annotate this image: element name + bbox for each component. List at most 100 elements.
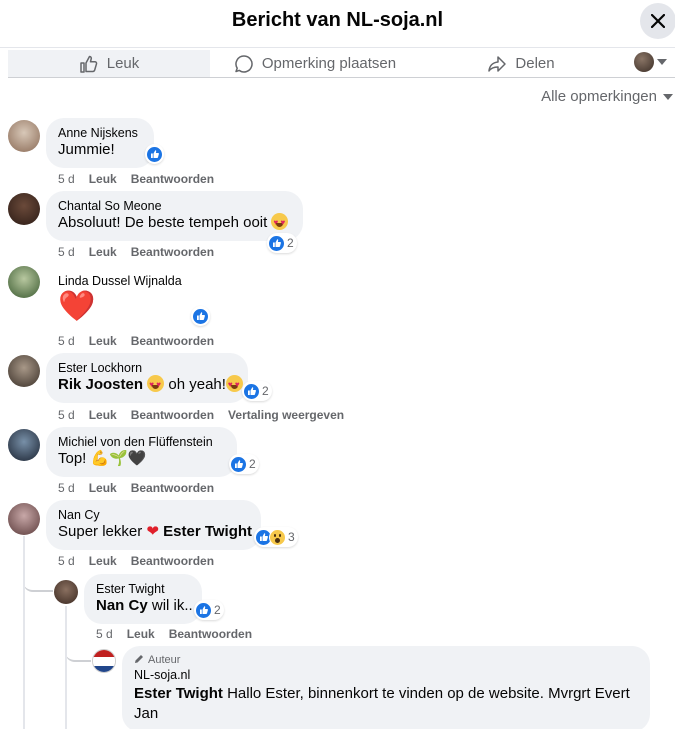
like-label: Leuk — [106, 55, 140, 72]
comment-button[interactable]: Opmerking plaatsen — [230, 50, 400, 77]
reply-mention[interactable]: Ester Twight — [134, 685, 223, 702]
comment-reply-link[interactable]: Beantwoorden — [131, 245, 214, 259]
comment-reply-link[interactable]: Beantwoorden — [131, 408, 214, 422]
reaction-summary[interactable]: 2 — [194, 600, 224, 620]
comment-like-link[interactable]: Leuk — [89, 554, 117, 568]
avatar[interactable] — [8, 120, 40, 152]
comment-meta: 5 d Leuk Beantwoorden — [58, 554, 214, 568]
comment-time[interactable]: 5 d — [58, 172, 75, 186]
comment-text: Absoluut! De beste tempeh ooit — [58, 213, 291, 233]
like-reaction-icon — [268, 234, 285, 252]
comment-text: Jummie! — [58, 141, 115, 158]
reply-mention[interactable]: Nan Cy — [96, 597, 148, 614]
like-reaction-icon — [195, 601, 212, 619]
comment-author[interactable]: Linda Dussel Wijnalda — [58, 274, 182, 288]
caret-down-icon — [663, 93, 673, 100]
avatar[interactable] — [8, 503, 40, 535]
reply-meta: 5 d Leuk Beantwoorden — [96, 627, 252, 641]
comment-like-link[interactable]: Leuk — [89, 334, 117, 348]
comment-author[interactable]: Nan Cy — [58, 508, 249, 522]
comment-like-link[interactable]: Leuk — [89, 408, 117, 422]
share-button[interactable]: Delen — [486, 50, 556, 77]
comment-reply-link[interactable]: Beantwoorden — [131, 554, 214, 568]
avatar[interactable] — [92, 649, 116, 673]
reply-text-body: wil ik.. — [147, 597, 193, 614]
dialog-title: Bericht van NL-soja.nl — [231, 9, 444, 31]
reaction-count: 2 — [214, 603, 221, 617]
comment-text: Super lekker ❤ Ester Twight — [58, 522, 252, 542]
comment-mention[interactable]: Rik Joosten — [58, 376, 143, 393]
comment-like-link[interactable]: Leuk — [89, 245, 117, 259]
avatar[interactable] — [8, 193, 40, 225]
comment-author[interactable]: Chantal So Meone — [58, 199, 291, 213]
reaction-count: 2 — [249, 457, 256, 471]
reply-time[interactable]: 5 d — [96, 627, 113, 641]
reaction-summary[interactable] — [191, 306, 210, 326]
comment-meta: 5 d Leuk Beantwoorden — [58, 172, 214, 186]
comment-like-link[interactable]: Leuk — [89, 172, 117, 186]
reply-text: Nan Cy wil ik.. — [96, 596, 193, 616]
reply-author[interactable]: Ester Twight — [96, 582, 190, 596]
reply-author[interactable]: NL-soja.nl — [134, 668, 638, 682]
reply-like-link[interactable]: Leuk — [127, 627, 155, 641]
reaction-summary[interactable]: 3 — [254, 527, 298, 547]
comment-time[interactable]: 5 d — [58, 334, 75, 348]
reply-text-body: Hallo Ester, binnenkort te vinden op de … — [222, 685, 630, 702]
reaction-summary[interactable]: 2 — [267, 233, 297, 253]
profile-selector[interactable] — [634, 52, 667, 72]
thread-line — [23, 536, 25, 729]
comment-bubble: Ester Lockhorn Rik Joosten oh yeah! — [46, 353, 248, 403]
caret-down-icon — [657, 59, 667, 65]
comment-filter[interactable]: Alle opmerkingen — [541, 88, 673, 105]
filter-label: Alle opmerkingen — [541, 88, 657, 105]
reply-bubble: Auteur NL-soja.nl Ester Twight Hallo Est… — [122, 646, 650, 729]
comment-reply-link[interactable]: Beantwoorden — [131, 172, 214, 186]
comment-bubble: Nan Cy Super lekker ❤ Ester Twight — [46, 500, 261, 550]
reaction-count: 3 — [288, 530, 295, 544]
avatar — [634, 52, 654, 72]
comment-meta: 5 d Leuk Beantwoorden — [58, 245, 214, 259]
comment-bubble: Chantal So Meone Absoluut! De beste temp… — [46, 191, 303, 241]
translate-link[interactable]: Vertaling weergeven — [228, 408, 344, 422]
thread-line — [65, 606, 67, 729]
comment-time[interactable]: 5 d — [58, 408, 75, 422]
reaction-summary[interactable]: 2 — [242, 381, 272, 401]
reply-reply-link[interactable]: Beantwoorden — [169, 627, 252, 641]
comment-like-link[interactable]: Leuk — [89, 481, 117, 495]
comment-reply-link[interactable]: Beantwoorden — [131, 481, 214, 495]
author-badge: Auteur — [134, 654, 638, 666]
comment-time[interactable]: 5 d — [58, 481, 75, 495]
comment-meta: 5 d Leuk Beantwoorden Vertaling weergeve… — [58, 408, 344, 422]
comment-meta: 5 d Leuk Beantwoorden — [58, 334, 214, 348]
reaction-summary[interactable] — [145, 144, 164, 164]
reaction-count: 2 — [287, 236, 294, 250]
avatar[interactable] — [8, 429, 40, 461]
close-button[interactable] — [640, 3, 675, 39]
reply-bubble: Ester Twight Nan Cy wil ik.. — [84, 574, 202, 624]
comment-author[interactable]: Ester Lockhorn — [58, 361, 236, 375]
comment-author[interactable]: Anne Nijskens — [58, 126, 142, 140]
comment-bubble: Michiel von den Flüffenstein Top! 💪🌱🖤 — [46, 427, 237, 477]
thread-connector — [65, 640, 91, 662]
comment-mention[interactable]: Ester Twight — [163, 523, 252, 540]
comment-time[interactable]: 5 d — [58, 554, 75, 568]
reaction-summary[interactable]: 2 — [229, 454, 259, 474]
wow-reaction-icon — [269, 528, 286, 546]
comment-author[interactable]: Michiel von den Flüffenstein — [58, 435, 225, 449]
avatar[interactable] — [54, 580, 78, 604]
comment-meta: 5 d Leuk Beantwoorden — [58, 481, 214, 495]
avatar[interactable] — [8, 266, 40, 298]
heart-eyes-emoji-icon — [271, 213, 289, 233]
comment-label: Opmerking plaatsen — [261, 55, 397, 72]
comment-text: Rik Joosten oh yeah! — [58, 375, 243, 395]
like-button[interactable]: Leuk — [8, 50, 210, 77]
like-reaction-icon — [230, 455, 247, 473]
heart-emoji-icon: ❤ — [146, 523, 159, 540]
comment-time[interactable]: 5 d — [58, 245, 75, 259]
avatar[interactable] — [8, 355, 40, 387]
post-action-bar: Leuk Opmerking plaatsen Delen — [8, 50, 675, 78]
comment-bubble: Anne Nijskens Jummie! — [46, 118, 154, 168]
thread-connector — [23, 570, 53, 592]
like-reaction-icon — [146, 145, 163, 163]
comment-reply-link[interactable]: Beantwoorden — [131, 334, 214, 348]
